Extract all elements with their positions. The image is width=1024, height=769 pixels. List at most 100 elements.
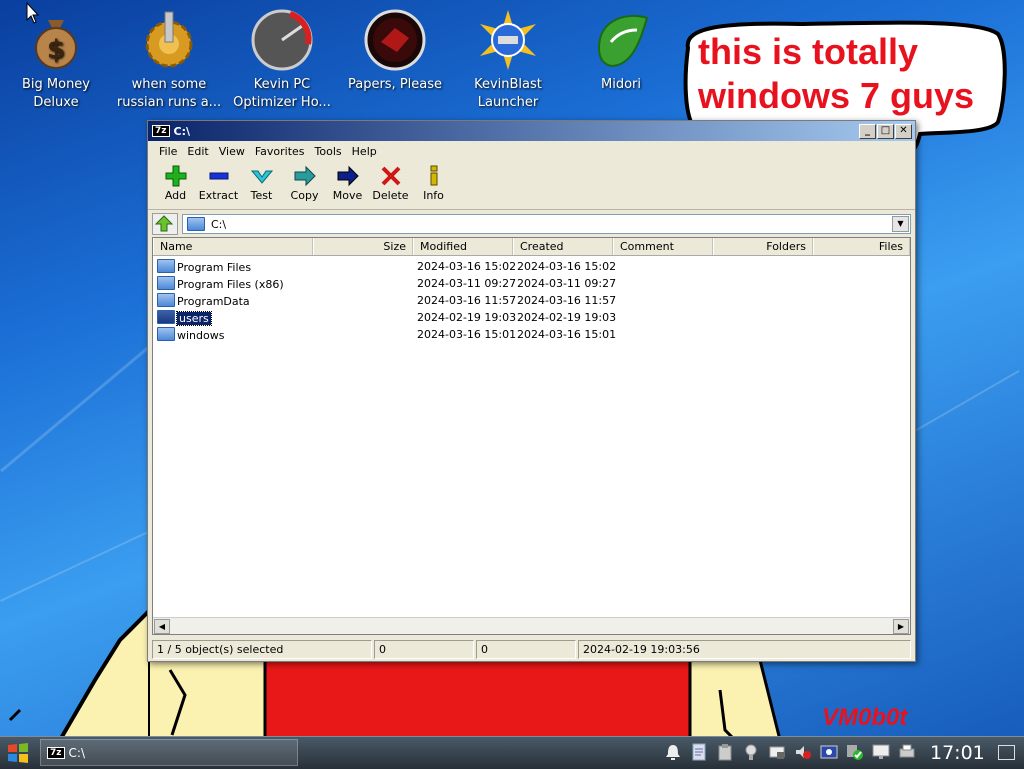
column-header-name[interactable]: Name	[153, 238, 313, 255]
status-modified: 2024-02-19 19:03:56	[578, 640, 911, 659]
minus-icon	[209, 172, 228, 180]
desktop-icon-midori[interactable]: Midori	[565, 8, 677, 94]
desktop-icon-label: russian runs a...	[116, 95, 222, 110]
gear-icon	[137, 8, 201, 72]
up-arrow-icon	[154, 215, 174, 232]
column-header-size[interactable]: Size	[313, 238, 413, 255]
address-text: C:\	[211, 217, 227, 231]
scroll-right-arrow-icon[interactable]: ▶	[893, 619, 909, 634]
desktop-icon-label: Optimizer Ho...	[233, 95, 331, 110]
status-selection: 1 / 5 object(s) selected	[152, 640, 372, 659]
menu-help[interactable]: Help	[347, 145, 382, 158]
network-lock-icon[interactable]	[768, 743, 786, 761]
check-icon	[250, 170, 273, 184]
desktop-icon-label: when some	[131, 77, 207, 92]
desktop-icon-papers-please[interactable]: Papers, Please	[339, 8, 451, 94]
scroll-left-arrow-icon[interactable]: ◀	[154, 619, 170, 634]
column-header-created[interactable]: Created	[513, 238, 613, 255]
up-folder-button[interactable]	[152, 213, 178, 235]
taskbar-clock[interactable]: 17:01	[930, 742, 985, 764]
info-button[interactable]: Info	[412, 161, 455, 202]
menu-tools[interactable]: Tools	[310, 145, 347, 158]
file-row[interactable]: ProgramData 2024-03-16 11:57 2024-03-16 …	[153, 292, 910, 309]
file-created: 2024-03-16 11:57	[517, 294, 617, 307]
printer-icon[interactable]	[898, 743, 916, 761]
show-desktop-button[interactable]	[998, 745, 1015, 760]
desktop-icon-kevinblast-launcher[interactable]: KevinBlast Launcher	[452, 8, 564, 112]
file-modified: 2024-03-16 15:01	[417, 328, 517, 341]
display-settings-icon[interactable]	[820, 743, 838, 761]
add-button[interactable]: Add	[154, 161, 197, 202]
file-created: 2024-03-16 15:02	[517, 260, 617, 273]
copy-button[interactable]: Copy	[283, 161, 326, 202]
globe-icon	[476, 8, 540, 72]
column-header-comment[interactable]: Comment	[613, 238, 713, 255]
close-button[interactable]: ✕	[895, 124, 912, 139]
desktop-icon-label: Big Money	[21, 77, 90, 92]
test-label: Test	[250, 189, 273, 202]
plus-icon	[165, 165, 186, 187]
file-row[interactable]: windows 2024-03-16 15:01 2024-03-16 15:0…	[153, 326, 910, 343]
address-input[interactable]: C:\ ▼	[182, 214, 911, 234]
document-icon[interactable]	[690, 743, 708, 761]
file-row[interactable]: Program Files 2024-03-16 15:02 2024-03-1…	[153, 258, 910, 275]
desktop-icon-label: Launcher	[477, 95, 539, 110]
maximize-button[interactable]: □	[877, 124, 894, 139]
svg-text:$: $	[47, 35, 65, 65]
taskbar-item-7zip[interactable]: 7z C:\	[40, 739, 298, 766]
move-label: Move	[332, 189, 363, 202]
add-label: Add	[164, 189, 187, 202]
move-button[interactable]: Move	[326, 161, 369, 202]
midori-leaf-icon	[589, 8, 653, 72]
clipboard-icon[interactable]	[716, 743, 734, 761]
file-row-selected[interactable]: users 2024-02-19 19:03 2024-02-19 19:03	[153, 309, 910, 326]
address-dropdown-button[interactable]: ▼	[892, 216, 909, 232]
folder-icon	[157, 293, 175, 307]
bell-icon[interactable]	[664, 743, 682, 761]
desktop-icon-big-money-deluxe[interactable]: $ Big Money Deluxe	[0, 8, 112, 112]
info-label: Info	[423, 189, 444, 202]
address-bar: C:\ ▼	[148, 210, 915, 238]
app-badge-icon: 7z	[152, 125, 170, 137]
file-row[interactable]: Program Files (x86) 2024-03-11 09:27 202…	[153, 275, 910, 292]
gauge-icon	[250, 8, 314, 72]
folder-icon	[157, 327, 175, 341]
status-packed-size: 0	[476, 640, 576, 659]
test-button[interactable]: Test	[240, 161, 283, 202]
menu-favorites[interactable]: Favorites	[250, 145, 310, 158]
desktop-icon-label: Papers, Please	[347, 77, 443, 92]
delete-button[interactable]: Delete	[369, 161, 412, 202]
papers-please-icon	[363, 8, 427, 72]
folder-icon	[157, 259, 175, 273]
bubble-text-line: windows 7 guys	[698, 75, 975, 116]
column-header-modified[interactable]: Modified	[413, 238, 513, 255]
file-created: 2024-03-16 15:01	[517, 328, 617, 341]
menu-file[interactable]: File	[154, 145, 182, 158]
start-button[interactable]	[4, 740, 32, 766]
menu-edit[interactable]: Edit	[182, 145, 213, 158]
file-modified: 2024-03-16 11:57	[417, 294, 517, 307]
7zip-file-manager-window: 7z C:\ _ □ ✕ File Edit View Favorites To…	[147, 120, 916, 662]
column-header-folders[interactable]: Folders	[713, 238, 813, 255]
desktop-icon-russian[interactable]: when some russian runs a...	[113, 8, 225, 112]
desktop-icon-kevin-pc-optimizer[interactable]: Kevin PC Optimizer Ho...	[226, 8, 338, 112]
folder-icon	[157, 310, 175, 324]
toolbar: Add Extract Test Copy Move Delete Info	[148, 161, 915, 210]
file-created: 2024-02-19 19:03	[517, 311, 617, 324]
desktop-icon-label: Kevin PC	[253, 77, 311, 92]
extract-button[interactable]: Extract	[197, 161, 240, 202]
shield-check-icon[interactable]	[846, 743, 864, 761]
volume-muted-icon[interactable]	[794, 743, 812, 761]
title-bar[interactable]: 7z C:\ _ □ ✕	[148, 121, 915, 141]
horizontal-scrollbar[interactable]: ◀ ▶	[153, 617, 910, 634]
minimize-button[interactable]: _	[859, 124, 876, 139]
file-name: Program Files (x86)	[177, 278, 284, 291]
file-name: windows	[177, 329, 225, 342]
status-bar: 1 / 5 object(s) selected 0 0 2024-02-19 …	[152, 640, 911, 659]
watermark-text: VM0b0t	[822, 704, 908, 731]
menu-view[interactable]: View	[214, 145, 250, 158]
taskbar-item-label: C:\	[68, 745, 85, 760]
column-header-files[interactable]: Files	[813, 238, 910, 255]
monitor-icon[interactable]	[872, 743, 890, 761]
bulb-icon[interactable]	[742, 743, 760, 761]
